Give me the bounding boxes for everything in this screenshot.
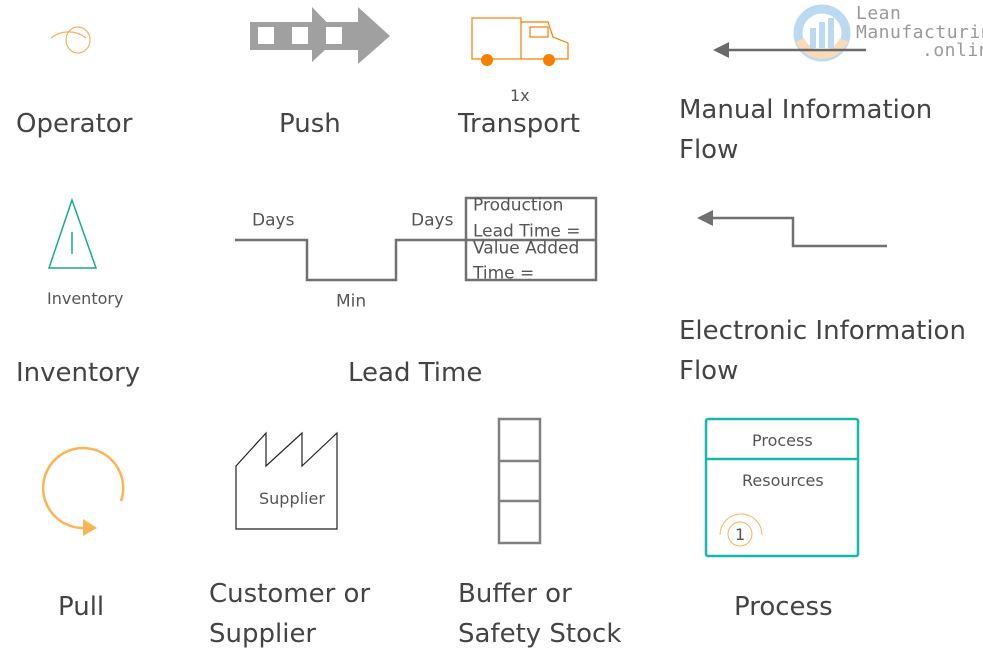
process-box-title: Process [752, 431, 813, 450]
watermark-line1: Lean [856, 3, 902, 24]
operator-label: Operator [16, 109, 133, 139]
supplier-icon-text: Supplier [259, 489, 325, 508]
lead-time-days-2: Days [411, 210, 454, 231]
buffer-label-line2: Safety Stock [458, 619, 622, 649]
supplier-label-line2: Supplier [209, 619, 317, 649]
process-operator-count: 1 [735, 525, 746, 544]
electronic-arrow-icon [697, 210, 887, 248]
process-box-body: Resources [742, 471, 824, 490]
electronic-flow-label-line2: Flow [679, 356, 739, 386]
pull-label: Pull [58, 592, 105, 622]
manual-flow-label-line2: Flow [679, 135, 739, 165]
inventory-icon-text: Inventory [47, 289, 124, 308]
push-label: Push [279, 109, 341, 139]
lead-time-days-1: Days [252, 210, 295, 231]
electronic-flow-label-line1: Electronic Information [679, 316, 966, 346]
pull-circle-arrow-icon [41, 446, 125, 536]
vsm-symbols-diagram: Lean Manufacturing .online Operator Push… [0, 0, 983, 656]
truck-icon [471, 17, 569, 66]
inventory-label: Inventory [16, 358, 141, 388]
process-label: Process [734, 592, 833, 622]
buffer-label-line1: Buffer or [458, 579, 572, 609]
transport-frequency: 1x [510, 86, 530, 105]
lead-time-box-line3: Value Added [473, 238, 580, 259]
buffer-stack-icon [497, 417, 542, 545]
lead-time-min: Min [336, 291, 367, 312]
lead-time-box-line4: Time = [473, 263, 535, 284]
lead-time-label: Lead Time [348, 358, 483, 388]
transport-label: Transport [458, 109, 581, 139]
push-arrow-icon [250, 7, 390, 64]
operator-icon [50, 26, 91, 54]
supplier-label-line1: Customer or [209, 579, 371, 609]
watermark-line3: .online [922, 40, 983, 61]
lead-time-box-line1: Production [473, 195, 564, 216]
manual-flow-label-line1: Manual Information [679, 95, 933, 125]
inventory-triangle-icon [47, 197, 98, 269]
factory-icon [235, 431, 338, 530]
